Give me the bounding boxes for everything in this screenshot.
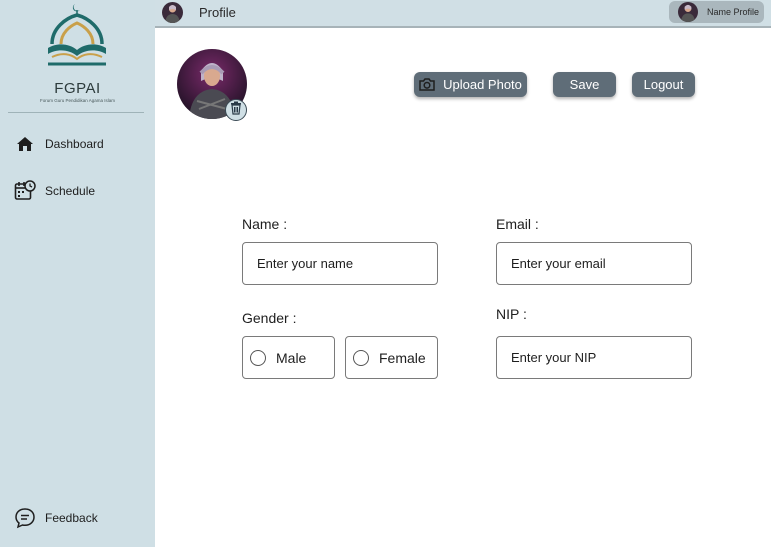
- sidebar-item-dashboard[interactable]: Dashboard: [14, 133, 104, 155]
- nip-field[interactable]: [496, 336, 692, 379]
- radio-label: Female: [379, 349, 426, 366]
- sidebar-item-label: Feedback: [45, 511, 98, 525]
- logout-button[interactable]: Logout: [632, 72, 695, 97]
- profile-menu-button[interactable]: Name Profile: [669, 1, 764, 23]
- radio-circle-icon: [250, 349, 266, 366]
- radio-circle-icon: [353, 349, 369, 366]
- nip-label: NIP :: [496, 306, 527, 322]
- mosque-logo-icon: [48, 4, 106, 66]
- save-button[interactable]: Save: [553, 72, 616, 97]
- upload-photo-button[interactable]: Upload Photo: [414, 72, 527, 97]
- radio-label: Male: [276, 349, 307, 366]
- gender-male-radio[interactable]: Male: [242, 336, 335, 379]
- sidebar-divider: [8, 112, 144, 113]
- page-title: Profile: [199, 5, 236, 20]
- camera-icon: [419, 78, 435, 91]
- gender-label: Gender :: [242, 310, 297, 326]
- sidebar: FGPAI Forum Guru Pendidikan Agama Islam …: [0, 0, 155, 547]
- trash-icon: [230, 101, 242, 120]
- chat-bubble-icon: [14, 507, 36, 529]
- sidebar-item-label: Schedule: [45, 184, 96, 198]
- gender-female-radio[interactable]: Female: [345, 336, 438, 379]
- upload-photo-label: Upload Photo: [443, 77, 522, 92]
- sidebar-item-feedback[interactable]: Feedback: [14, 507, 98, 529]
- avatar: [678, 2, 698, 22]
- logo-title: FGPAI: [54, 80, 101, 97]
- top-bar: Profile Name Profile: [155, 0, 771, 28]
- delete-photo-button[interactable]: [225, 99, 247, 121]
- email-label: Email :: [496, 216, 539, 232]
- logo-subtitle: Forum Guru Pendidikan Agama Islam: [39, 98, 116, 103]
- name-label: Name :: [242, 216, 288, 232]
- sidebar-item-schedule[interactable]: Schedule: [14, 180, 95, 202]
- home-icon: [14, 133, 36, 155]
- avatar: [162, 2, 183, 23]
- calendar-clock-icon: [14, 180, 36, 202]
- app-logo: FGPAI Forum Guru Pendidikan Agama Islam: [0, 0, 155, 114]
- name-field[interactable]: [242, 242, 438, 285]
- sidebar-item-label: Dashboard: [45, 137, 104, 151]
- profile-name-label: Name Profile: [707, 7, 760, 17]
- email-field[interactable]: [496, 242, 692, 285]
